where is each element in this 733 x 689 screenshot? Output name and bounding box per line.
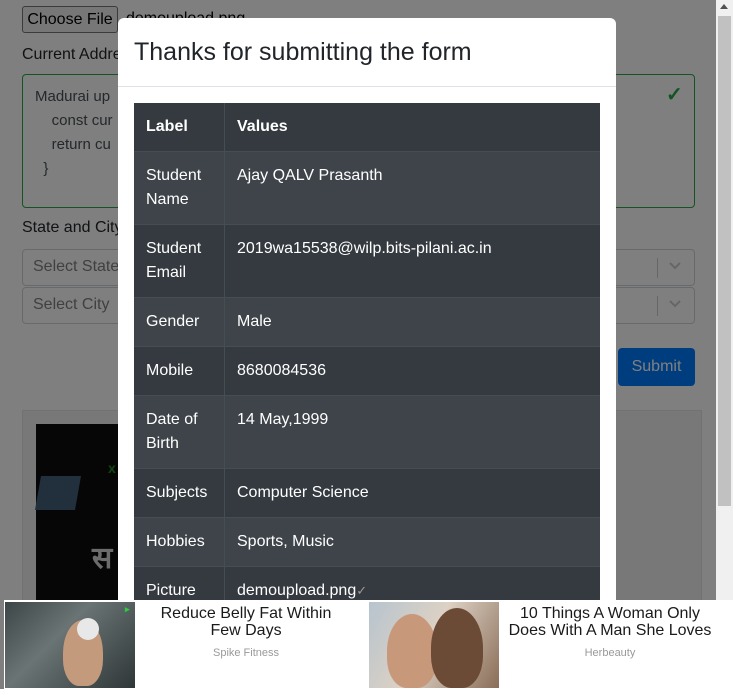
table-row: Student Email 2019wa15538@wilp.bits-pila…	[134, 224, 600, 297]
row-value: Sports, Music	[237, 533, 334, 550]
row-label: Mobile	[134, 347, 225, 395]
row-label: Student Email	[134, 225, 225, 297]
table-row: Subjects Computer Science	[134, 468, 600, 517]
modal-title: Thanks for submitting the form	[134, 38, 472, 66]
row-label: Student Name	[134, 152, 225, 224]
check-icon: ✓	[356, 583, 368, 598]
ad1-text[interactable]: Reduce Belly Fat Within Few Days Spike F…	[146, 605, 346, 659]
ad2-person-shape	[431, 608, 483, 688]
table-row: Gender Male	[134, 297, 600, 346]
ad1-headline[interactable]: Reduce Belly Fat Within Few Days	[146, 605, 346, 639]
row-label: Date of Birth	[134, 396, 225, 468]
picture-file-name: demoupload.png	[237, 582, 357, 599]
row-value: 2019wa15538@wilp.bits-pilani.ac.in	[237, 240, 492, 257]
scroll-up-arrow-icon[interactable]	[720, 4, 728, 9]
row-value: 8680084536	[237, 362, 326, 379]
ad2-text[interactable]: 10 Things A Woman Only Does With A Man S…	[504, 605, 716, 659]
table-row: Hobbies Sports, Music	[134, 517, 600, 566]
header-label-cell: Label	[134, 103, 225, 151]
submission-modal: Thanks for submitting the form Label Val…	[118, 18, 616, 618]
page-scrollbar[interactable]	[716, 0, 733, 689]
submission-table: Label Values Student Name Ajay QALV Pras…	[134, 103, 600, 615]
ad1-image[interactable]: ▸	[5, 602, 135, 688]
table-row: Mobile 8680084536	[134, 346, 600, 395]
header-values-cell: Values	[237, 118, 288, 135]
ad1-source: Spike Fitness	[212, 647, 280, 659]
modal-header-divider	[118, 86, 616, 87]
ad-choices-icon[interactable]: ▸	[125, 604, 130, 615]
table-header-row: Label Values	[134, 103, 600, 151]
table-row: Date of Birth 14 May,1999	[134, 395, 600, 468]
table-row: Student Name Ajay QALV Prasanth	[134, 151, 600, 224]
ad1-head-shape	[77, 618, 99, 640]
ad2-image[interactable]	[369, 602, 499, 688]
ad2-person-shape	[387, 614, 437, 688]
row-label: Hobbies	[134, 518, 225, 566]
bottom-ad-bar[interactable]: ▸ Reduce Belly Fat Within Few Days Spike…	[4, 600, 733, 689]
row-value: Computer Science	[237, 484, 369, 501]
scrollbar-thumb[interactable]	[718, 16, 731, 506]
row-value: Ajay QALV Prasanth	[237, 167, 383, 184]
row-value: Male	[237, 313, 272, 330]
row-value: 14 May,1999	[237, 411, 329, 428]
row-label: Gender	[134, 298, 225, 346]
ad2-headline[interactable]: 10 Things A Woman Only Does With A Man S…	[504, 605, 716, 639]
ad2-source: Herbeauty	[584, 647, 636, 659]
row-label: Subjects	[134, 469, 225, 517]
